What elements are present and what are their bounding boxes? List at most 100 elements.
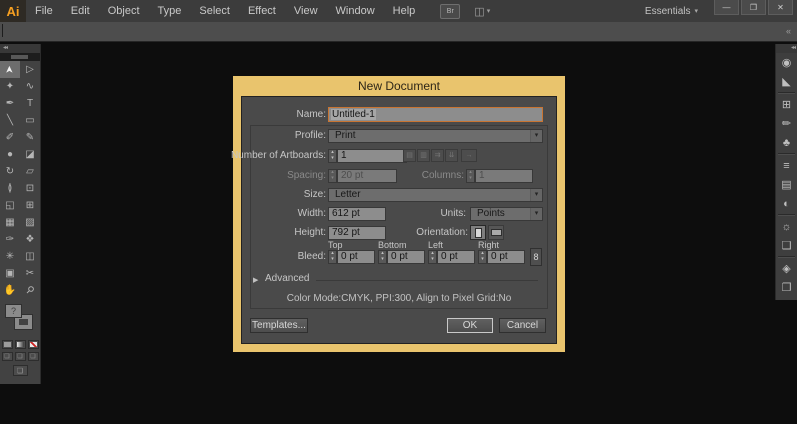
arrange-by-column-button[interactable]: ⇊	[445, 149, 458, 162]
columns-input: 1	[475, 169, 533, 183]
menu-window[interactable]: Window	[327, 0, 384, 22]
menu-type[interactable]: Type	[149, 0, 191, 22]
magic-wand-tool[interactable]: ✦	[0, 78, 20, 95]
link-bleeds-icon[interactable]: 8	[530, 248, 542, 266]
eyedropper-tool[interactable]: ✑	[0, 231, 20, 248]
collapse-panel-icon[interactable]: «	[786, 26, 791, 36]
bleed-left-input[interactable]: 0 pt	[437, 250, 475, 264]
none-button[interactable]	[27, 340, 39, 349]
gradient-panel-icon[interactable]: ▤	[776, 175, 797, 194]
bleed-right-header: Right	[478, 240, 500, 250]
advanced-expand-icon[interactable]: ▶	[253, 276, 258, 284]
blob-brush-tool[interactable]: ●	[0, 146, 20, 163]
free-transform-tool[interactable]: ⊡	[20, 180, 40, 197]
line-segment-tool[interactable]: ╲	[0, 112, 20, 129]
shape-builder-tool[interactable]: ◱	[0, 197, 20, 214]
gradient-button[interactable]	[14, 340, 26, 349]
menu-view[interactable]: View	[285, 0, 327, 22]
ok-button[interactable]: OK	[447, 318, 493, 333]
bleed-right-input[interactable]: 0 pt	[487, 250, 525, 264]
perspective-grid-tool[interactable]: ⊞	[20, 197, 40, 214]
artboards-stepper[interactable]: ▴ ▾	[328, 149, 337, 163]
eraser-tool[interactable]: ◪	[20, 146, 40, 163]
lasso-tool[interactable]: ∿	[20, 78, 40, 95]
templates-button[interactable]: Templates...	[250, 318, 308, 333]
slice-tool[interactable]: ✂	[20, 265, 40, 282]
draw-inside-button[interactable]: ❏	[27, 352, 39, 361]
menu-select[interactable]: Select	[190, 0, 239, 22]
brushes-panel-icon[interactable]: ✏	[776, 114, 797, 133]
grid-by-row-button[interactable]: ▤	[403, 149, 416, 162]
control-bar: «	[0, 22, 797, 42]
menu-help[interactable]: Help	[384, 0, 425, 22]
minimize-button[interactable]: —	[714, 0, 739, 15]
fill-swatch[interactable]: ?	[5, 304, 22, 318]
profile-dropdown[interactable]: Print ▾	[328, 129, 543, 143]
tools-panel-tab[interactable]	[0, 53, 40, 61]
menu-object[interactable]: Object	[99, 0, 149, 22]
pencil-tool[interactable]: ✎	[20, 129, 40, 146]
color-guide-panel-icon[interactable]: ◣	[776, 72, 797, 91]
menu-file[interactable]: File	[26, 0, 62, 22]
swatches-panel-icon[interactable]: ⊞	[776, 95, 797, 114]
width-label: Width:	[297, 208, 326, 219]
draw-normal-button[interactable]: ❏	[1, 352, 13, 361]
stroke-panel-icon[interactable]: ≡	[776, 156, 797, 175]
column-graph-tool[interactable]: ◫	[20, 248, 40, 265]
rotate-tool[interactable]: ↻	[0, 163, 20, 180]
orientation-portrait-button[interactable]	[470, 225, 486, 240]
zoom-tool[interactable]: ⚲	[20, 282, 40, 299]
appearance-panel-icon[interactable]: ☼	[776, 217, 797, 236]
arrange-by-row-button[interactable]: ⇉	[431, 149, 444, 162]
bleed-bottom-stepper[interactable]: ▴ ▾	[378, 250, 387, 264]
hand-tool[interactable]: ✋	[0, 282, 20, 299]
bleed-top-stepper[interactable]: ▴ ▾	[328, 250, 337, 264]
dock-collapse-icon[interactable]: ◂◂	[776, 44, 797, 53]
type-tool[interactable]: T	[20, 95, 40, 112]
menu-effect[interactable]: Effect	[239, 0, 285, 22]
menu-edit[interactable]: Edit	[62, 0, 99, 22]
name-input[interactable]: Untitled-1	[328, 107, 543, 122]
color-panel-icon[interactable]: ◉	[776, 53, 797, 72]
workspace-switcher[interactable]: Essentials ▾	[645, 0, 698, 22]
screen-mode-button[interactable]: ❏	[12, 365, 28, 376]
cancel-button[interactable]: Cancel	[499, 318, 546, 333]
direct-selection-tool[interactable]: ▷	[20, 61, 40, 78]
artboards-input[interactable]: 1	[337, 149, 407, 163]
width-tool[interactable]: ≬	[0, 180, 20, 197]
rectangle-tool[interactable]: ▭	[20, 112, 40, 129]
gradient-tool[interactable]: ▨	[20, 214, 40, 231]
arrange-documents-icon[interactable]: ◫ ▾	[474, 5, 490, 18]
orientation-landscape-button[interactable]	[488, 225, 504, 240]
symbols-panel-icon[interactable]: ♣	[776, 133, 797, 152]
artboard-tool[interactable]: ▣	[0, 265, 20, 282]
pen-tool[interactable]: ✒	[0, 95, 20, 112]
selection-tool[interactable]: ➤	[0, 61, 20, 78]
mesh-tool[interactable]: ▦	[0, 214, 20, 231]
symbol-sprayer-tool[interactable]: ✳	[0, 248, 20, 265]
bleed-top-input[interactable]: 0 pt	[337, 250, 375, 264]
tools-panel-collapse-icon[interactable]: ◂◂	[0, 44, 40, 53]
bleed-bottom-input[interactable]: 0 pt	[387, 250, 425, 264]
transparency-panel-icon[interactable]: ◐	[776, 194, 797, 213]
draw-behind-button[interactable]: ❏	[14, 352, 26, 361]
restore-button[interactable]: ❐	[741, 0, 766, 15]
graphic-styles-panel-icon[interactable]: ❑	[776, 236, 797, 255]
bleed-right-stepper[interactable]: ▴ ▾	[478, 250, 487, 264]
close-button[interactable]: ✕	[768, 0, 793, 15]
bridge-icon[interactable]: Br	[440, 3, 461, 19]
layers-panel-icon[interactable]: ◈	[776, 259, 797, 278]
grid-by-column-button[interactable]: ▥	[417, 149, 430, 162]
width-input[interactable]: 612 pt	[328, 207, 386, 221]
blend-tool[interactable]: ❖	[20, 231, 40, 248]
artboards-panel-icon[interactable]: ❐	[776, 278, 797, 297]
fill-color-button[interactable]	[1, 340, 13, 349]
scale-tool[interactable]: ▱	[20, 163, 40, 180]
layout-direction-button[interactable]: →	[461, 149, 477, 162]
paintbrush-tool[interactable]: ✐	[0, 129, 20, 146]
bleed-left-stepper[interactable]: ▴ ▾	[428, 250, 437, 264]
advanced-toggle[interactable]: Advanced	[265, 273, 309, 284]
units-dropdown[interactable]: Points ▾	[470, 207, 543, 221]
height-input[interactable]: 792 pt	[328, 226, 386, 240]
size-dropdown[interactable]: Letter ▾	[328, 188, 543, 202]
